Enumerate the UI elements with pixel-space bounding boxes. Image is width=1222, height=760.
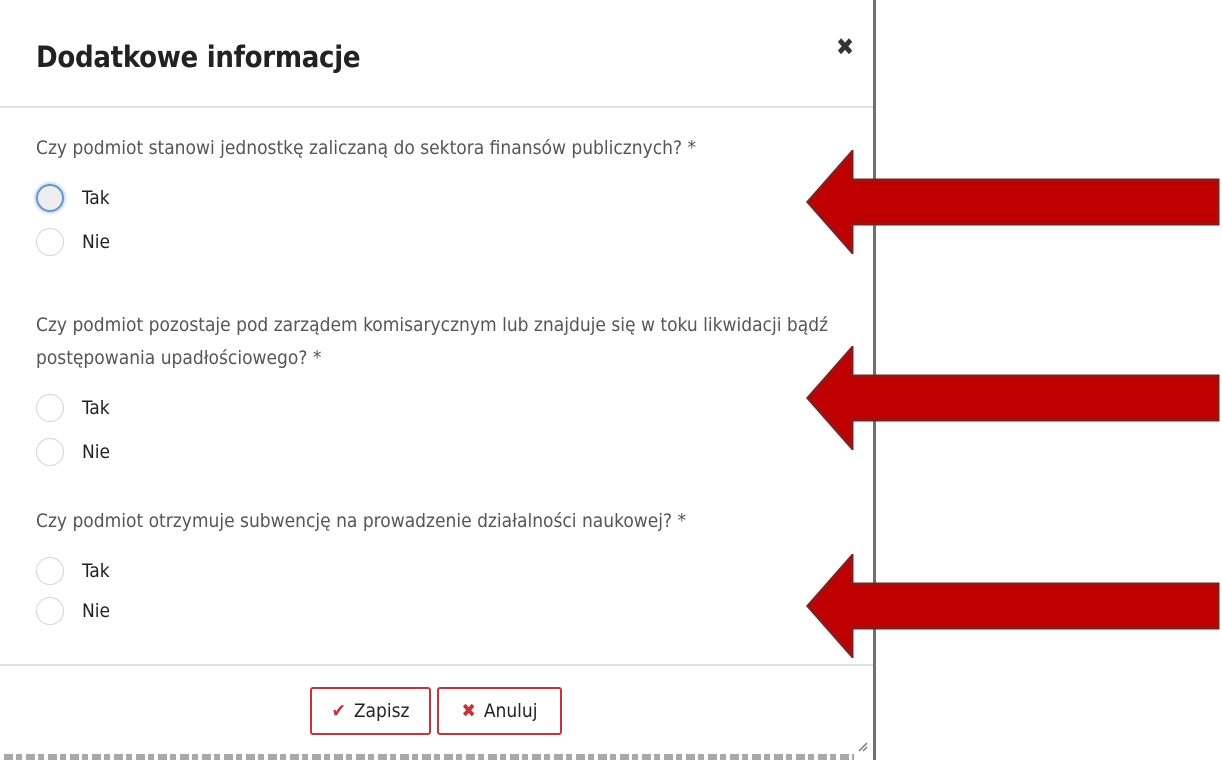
radio-label: Nie [82, 600, 111, 622]
x-icon: ✖ [461, 700, 476, 722]
red-arrow-icon [806, 554, 1220, 658]
radio-option-receivership-tak[interactable]: Tak [36, 391, 110, 425]
dialog-header: Dodatkowe informacje ✖ [0, 0, 873, 108]
red-arrow-icon [806, 150, 1220, 254]
radio-button[interactable] [36, 557, 64, 585]
radio-label: Nie [82, 231, 111, 253]
page: Dodatkowe informacje ✖ Czy podmiot stano… [0, 0, 1222, 760]
radio-option-receivership-nie[interactable]: Nie [36, 435, 110, 469]
question-public-finance-sector: Czy podmiot stanowi jednostkę zaliczaną … [36, 137, 696, 159]
additional-info-dialog: Dodatkowe informacje ✖ Czy podmiot stano… [0, 0, 876, 760]
radio-label: Tak [82, 560, 110, 582]
dialog-title: Dodatkowe informacje [36, 40, 361, 74]
red-arrow-icon [806, 346, 1220, 450]
radio-button[interactable] [36, 597, 64, 625]
dialog-footer: ✔ Zapisz ✖ Anuluj [0, 664, 873, 760]
radio-button[interactable] [36, 184, 64, 212]
resize-grip-icon[interactable] [856, 740, 868, 752]
radio-button[interactable] [36, 228, 64, 256]
save-button[interactable]: ✔ Zapisz [310, 687, 431, 735]
radio-label: Tak [82, 397, 110, 419]
question-receivership-liquidation: Czy podmiot pozostaje pod zarządem komis… [36, 314, 829, 369]
radio-option-public-finance-nie[interactable]: Nie [36, 225, 110, 259]
cancel-button[interactable]: ✖ Anuluj [437, 687, 562, 735]
radio-option-science-subsidy-tak[interactable]: Tak [36, 554, 110, 588]
radio-option-science-subsidy-nie[interactable]: Nie [36, 594, 110, 628]
cancel-button-label: Anuluj [483, 700, 538, 722]
radio-button[interactable] [36, 438, 64, 466]
background-text-strip [0, 752, 873, 760]
check-icon: ✔ [331, 700, 346, 722]
radio-label: Tak [82, 187, 110, 209]
close-icon[interactable]: ✖ [834, 34, 856, 60]
radio-option-public-finance-tak[interactable]: Tak [36, 181, 110, 215]
radio-button[interactable] [36, 394, 64, 422]
save-button-label: Zapisz [353, 700, 410, 722]
question-science-subsidy: Czy podmiot otrzymuje subwencję na prowa… [36, 510, 687, 532]
radio-label: Nie [82, 441, 111, 463]
